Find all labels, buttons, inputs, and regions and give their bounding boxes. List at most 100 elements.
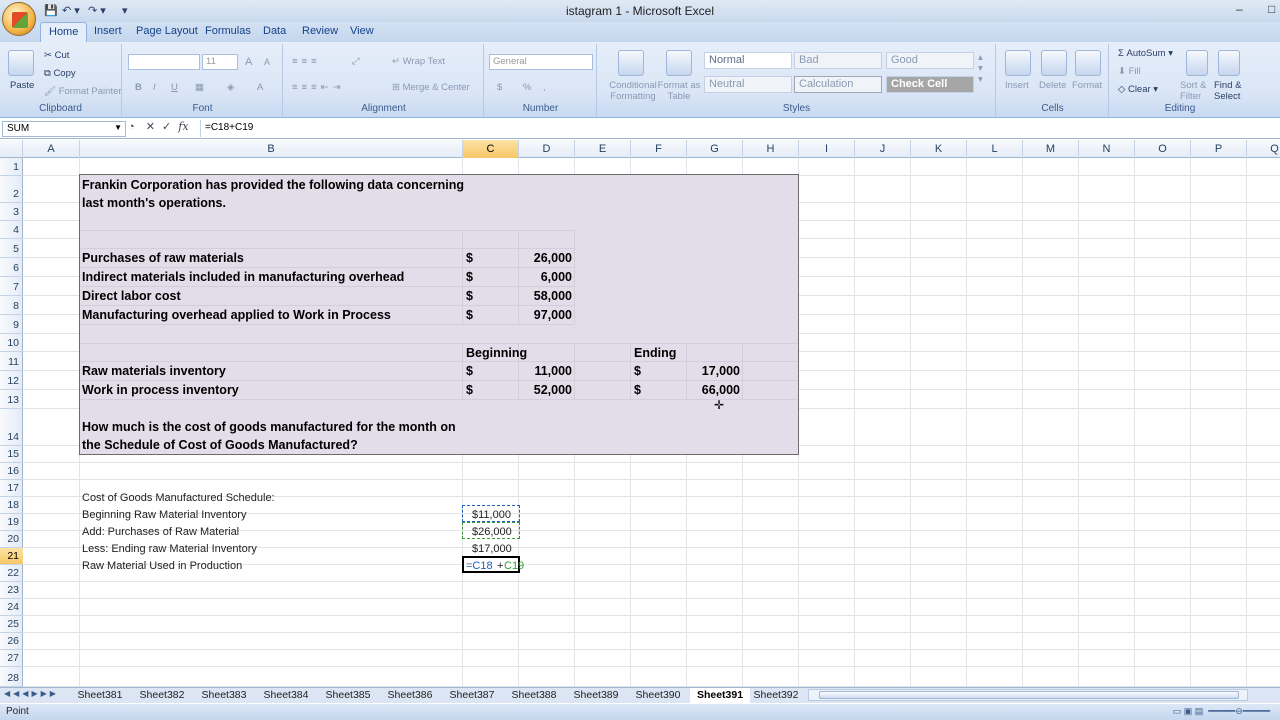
italic-button[interactable]: I (153, 82, 156, 93)
row-header[interactable]: 19 (0, 514, 23, 531)
copy-button[interactable]: ⧉ Copy (44, 68, 76, 79)
row-header[interactable]: 20 (0, 531, 23, 548)
style-calculation[interactable]: Calculation (794, 76, 882, 93)
row-header[interactable]: 4 (0, 221, 23, 239)
row-header[interactable]: 25 (0, 616, 23, 633)
schedule-value[interactable]: $26,000 (472, 525, 512, 539)
intro-text[interactable]: last month's operations. (82, 196, 226, 210)
view-zoom-controls[interactable]: ▭ ▣ ▤ ━━━━━⊖━━━━━ (1173, 706, 1270, 717)
beginning-header[interactable]: Beginning (466, 346, 527, 360)
schedule-label[interactable]: Less: Ending raw Material Inventory (82, 542, 257, 556)
item-currency[interactable]: $ (466, 251, 473, 265)
question-text[interactable]: the Schedule of Cost of Goods Manufactur… (82, 438, 358, 452)
font-name-combo[interactable] (128, 54, 200, 70)
column-header[interactable]: F (631, 140, 687, 158)
sheet-tab[interactable]: Sheet382 (132, 688, 192, 703)
column-header[interactable]: A (23, 140, 80, 158)
row-header[interactable]: 2 (0, 176, 23, 203)
row-header[interactable]: 9 (0, 315, 23, 334)
find-select-icon[interactable] (1218, 50, 1240, 76)
schedule-value[interactable]: $17,000 (472, 542, 512, 556)
sheet-nav-icons[interactable]: ◀◀◀▶▶▶ (4, 689, 59, 698)
minimize-button[interactable]: – (1236, 2, 1243, 16)
sort-filter-icon[interactable] (1186, 50, 1208, 76)
item-currency[interactable]: $ (466, 289, 473, 303)
office-button[interactable] (2, 2, 36, 36)
format-painter-button[interactable]: 🖌 Format Painter (44, 86, 122, 97)
active-cell-editor[interactable]: =C18 + C19 (462, 556, 524, 573)
paste-icon[interactable] (8, 50, 34, 76)
shrink-font-button[interactable]: A (264, 57, 270, 67)
item-label[interactable]: Indirect materials included in manufactu… (82, 270, 404, 284)
font-color-icon[interactable]: A (257, 82, 263, 93)
column-header[interactable]: O (1135, 140, 1191, 158)
sheet-tab[interactable]: Sheet392 (752, 688, 800, 703)
chevron-down-icon[interactable]: ▼ (114, 123, 122, 132)
enter-icon[interactable]: ✓ (162, 121, 171, 133)
item-value[interactable]: 58,000 (520, 289, 572, 303)
row-header[interactable]: 1 (0, 158, 23, 176)
column-header[interactable]: I (799, 140, 855, 158)
schedule-value[interactable]: $11,000 (472, 508, 511, 522)
item-value[interactable]: 97,000 (520, 308, 572, 322)
intro-text[interactable]: Frankin Corporation has provided the fol… (82, 178, 464, 192)
style-good[interactable]: Good (886, 52, 974, 69)
style-neutral[interactable]: Neutral (704, 76, 792, 93)
name-box[interactable]: SUM ▼ (2, 121, 126, 137)
schedule-label[interactable]: Beginning Raw Material Inventory (82, 508, 246, 522)
sheet-tab[interactable]: Sheet387 (442, 688, 502, 703)
row-header[interactable]: 15 (0, 446, 23, 463)
question-text[interactable]: How much is the cost of goods manufactur… (82, 420, 456, 434)
schedule-title[interactable]: Cost of Goods Manufactured Schedule: (82, 491, 275, 505)
item-value[interactable]: 26,000 (520, 251, 572, 265)
row-header[interactable]: 12 (0, 371, 23, 390)
row-header[interactable]: 18 (0, 497, 23, 514)
bold-button[interactable]: B (135, 82, 142, 93)
sheet-tab[interactable]: Sheet385 (318, 688, 378, 703)
column-header[interactable]: D (519, 140, 575, 158)
styles-scroll-icon[interactable]: ▴ ▾ ▾ (978, 52, 983, 85)
style-check-cell[interactable]: Check Cell (886, 76, 974, 93)
inventory-end[interactable]: 66,000 (688, 383, 740, 397)
cut-button[interactable]: ✂ Cut (44, 50, 69, 61)
row-header[interactable]: 21 (0, 548, 23, 565)
horizontal-scrollbar[interactable] (808, 689, 1248, 701)
insert-function-icon[interactable]: fx (178, 120, 188, 133)
paste-button[interactable]: Paste (10, 80, 34, 91)
inventory-currency[interactable]: $ (634, 364, 641, 378)
row-header[interactable]: 10 (0, 334, 23, 352)
item-label[interactable]: Purchases of raw materials (82, 251, 244, 265)
sheet-tab[interactable]: Sheet391 (690, 688, 750, 703)
row-header[interactable]: 5 (0, 239, 23, 258)
fill-button[interactable]: ⬇ Fill (1118, 66, 1141, 77)
column-header[interactable]: L (967, 140, 1023, 158)
tab-review[interactable]: Review (302, 25, 338, 37)
sheet-tab[interactable]: Sheet389 (566, 688, 626, 703)
inventory-label[interactable]: Raw materials inventory (82, 364, 226, 378)
vertical-align-icons[interactable]: ≡≡≡ (292, 56, 321, 67)
format-as-table-button[interactable]: Format as Table (656, 80, 702, 102)
format-as-table-icon[interactable] (666, 50, 692, 76)
tab-insert[interactable]: Insert (94, 25, 122, 37)
format-cells-button[interactable]: Format (1072, 80, 1102, 91)
tab-formulas[interactable]: Formulas (205, 25, 251, 37)
item-label[interactable]: Direct labor cost (82, 289, 181, 303)
row-header[interactable]: 16 (0, 463, 23, 480)
item-label[interactable]: Manufacturing overhead applied to Work i… (82, 308, 391, 322)
row-header[interactable]: 28 (0, 667, 23, 687)
row-header[interactable]: 8 (0, 296, 23, 315)
column-header[interactable]: C (463, 140, 519, 158)
orientation-icon[interactable]: ⤢ (352, 56, 360, 67)
column-header[interactable]: N (1079, 140, 1135, 158)
inventory-end[interactable]: 17,000 (688, 364, 740, 378)
row-header[interactable]: 7 (0, 277, 23, 296)
select-all-corner[interactable] (0, 140, 23, 158)
insert-cells-icon[interactable] (1005, 50, 1031, 76)
underline-button[interactable]: U (171, 82, 178, 93)
column-header[interactable]: G (687, 140, 743, 158)
delete-cells-icon[interactable] (1041, 50, 1067, 76)
row-header[interactable]: 14 (0, 409, 23, 446)
row-header[interactable]: 6 (0, 258, 23, 277)
sheet-tab[interactable]: Sheet384 (256, 688, 316, 703)
inventory-begin[interactable]: 11,000 (520, 364, 572, 378)
